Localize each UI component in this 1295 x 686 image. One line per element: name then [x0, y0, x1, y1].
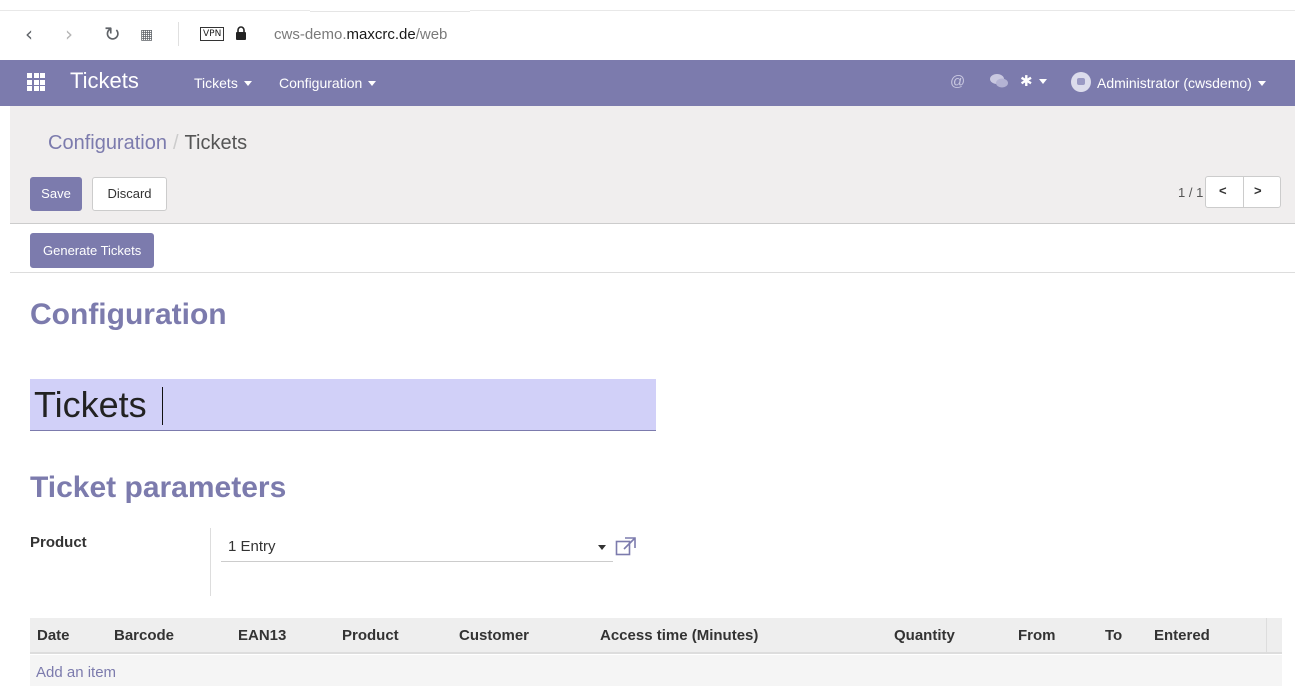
section-heading: Ticket parameters — [30, 471, 287, 504]
menu-tickets[interactable]: Tickets — [194, 75, 252, 91]
active-tab[interactable] — [310, 8, 470, 12]
column-access-time[interactable]: Access time (Minutes) — [600, 627, 758, 644]
pager-buttons: < > — [1205, 176, 1281, 208]
form-heading: Configuration — [30, 298, 227, 331]
external-link-icon[interactable] — [615, 536, 637, 556]
mention-icon[interactable]: @ — [950, 73, 965, 90]
pager-value: 1 / 1 — [1178, 185, 1204, 200]
save-button[interactable]: Save — [30, 177, 82, 211]
column-barcode[interactable]: Barcode — [114, 627, 174, 644]
caret-down-icon — [243, 81, 252, 86]
name-field[interactable] — [30, 379, 656, 431]
column-date[interactable]: Date — [37, 627, 70, 644]
reload-icon[interactable]: ↻ — [104, 24, 121, 44]
tabs-grid-icon[interactable]: ▦ — [140, 25, 153, 45]
menu-tickets-label: Tickets — [194, 75, 238, 91]
url-prefix: cws-demo. — [274, 26, 347, 43]
caret-down-icon — [368, 81, 377, 86]
breadcrumb-current: Tickets — [184, 132, 248, 154]
column-product[interactable]: Product — [342, 627, 399, 644]
column-quantity[interactable]: Quantity — [894, 627, 955, 644]
debug-menu[interactable]: ✱ — [1020, 72, 1047, 90]
breadcrumb: Configuration / Tickets — [48, 132, 247, 155]
breadcrumb-separator: / — [172, 132, 179, 154]
back-icon[interactable]: ‹ — [25, 24, 33, 44]
app-navbar: Tickets Tickets Configuration @ ✱ Admini… — [0, 60, 1295, 106]
caret-down-icon — [1038, 79, 1047, 84]
field-divider — [210, 528, 211, 596]
forward-icon[interactable]: › — [65, 24, 73, 44]
address-bar[interactable]: cws-demo.maxcrc.de/web — [274, 26, 447, 43]
column-divider — [1266, 618, 1267, 654]
url-path: /web — [415, 26, 448, 43]
menu-configuration-label: Configuration — [279, 75, 363, 91]
dropdown-caret-icon[interactable] — [598, 545, 606, 550]
discard-button[interactable]: Discard — [92, 177, 167, 211]
vpn-badge[interactable]: VPN — [200, 27, 225, 41]
user-menu[interactable]: Administrator (cwsdemo) — [1097, 75, 1266, 91]
user-name: Administrator (cwsdemo) — [1097, 75, 1252, 91]
browser-toolbar: ‹ › ↻ ▦ VPN cws-demo.maxcrc.de/web — [0, 0, 1295, 60]
form-statusbar: Generate Tickets — [10, 225, 1295, 273]
url-domain: maxcrc.de — [346, 26, 416, 43]
apps-menu-icon[interactable] — [27, 73, 45, 91]
pager-previous-icon[interactable]: < — [1219, 183, 1227, 198]
text-cursor — [162, 387, 163, 425]
column-ean13[interactable]: EAN13 — [238, 627, 286, 644]
avatar[interactable] — [1071, 72, 1091, 92]
add-item-link[interactable]: Add an item — [36, 664, 116, 681]
column-to[interactable]: To — [1105, 627, 1122, 644]
breadcrumb-configuration[interactable]: Configuration — [48, 132, 167, 154]
pager-next-icon[interactable]: > — [1254, 183, 1262, 198]
add-item-row: Add an item — [30, 655, 1282, 686]
chat-icon[interactable] — [990, 73, 1008, 89]
control-panel: Configuration / Tickets Save Discard 1 / 1… — [10, 106, 1295, 224]
pager-divider — [1243, 177, 1244, 207]
generate-tickets-button[interactable]: Generate Tickets — [30, 233, 155, 268]
bug-icon: ✱ — [1020, 73, 1033, 90]
lock-icon[interactable] — [235, 26, 247, 40]
column-entered[interactable]: Entered — [1154, 627, 1210, 644]
column-from[interactable]: From — [1018, 627, 1056, 644]
menu-configuration[interactable]: Configuration — [279, 75, 377, 91]
tab-strip-border — [0, 10, 1295, 11]
column-customer[interactable]: Customer — [459, 627, 529, 644]
product-label: Product — [30, 534, 87, 551]
table-header: Date Barcode EAN13 Product Customer Acce… — [30, 618, 1282, 654]
product-value: 1 Entry — [228, 538, 276, 555]
caret-down-icon — [1257, 81, 1266, 86]
toolbar-divider — [178, 22, 179, 46]
product-select[interactable]: 1 Entry — [221, 536, 613, 562]
app-title: Tickets — [70, 68, 139, 93]
